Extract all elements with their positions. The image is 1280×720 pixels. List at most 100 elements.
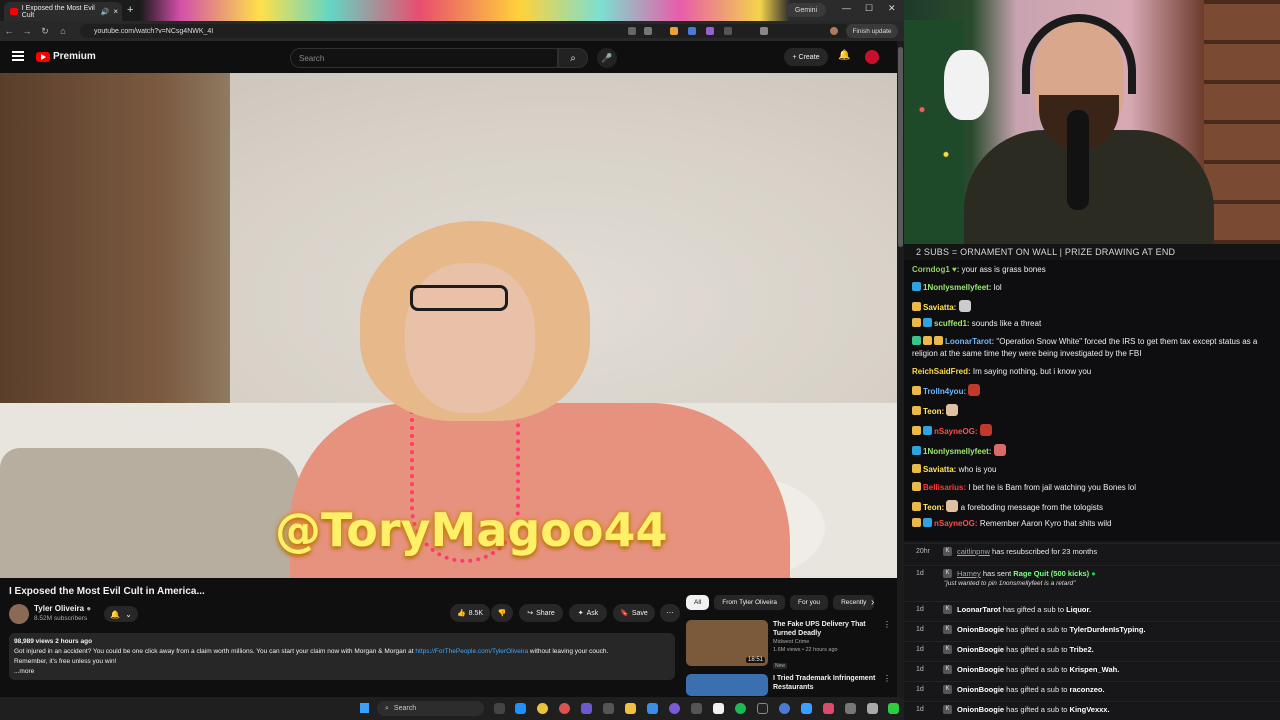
speaker-icon[interactable]: 🔊 [101,8,110,16]
chrome-icon[interactable] [537,703,548,714]
dislike-button[interactable]: 👎 [491,604,513,622]
youtube-logo[interactable]: Premium [36,51,96,62]
extension-icon[interactable] [724,27,732,35]
tab-youtube[interactable]: I Exposed the Most Evil Cult 🔊 × [4,2,122,21]
recommendation-item[interactable]: I Tried Trademark Infringement Restauran… [686,674,891,696]
subscription-bell-button[interactable]: 🔔 ⌄ [104,606,138,622]
taskbar-search[interactable]: ⌕ Search [377,701,484,716]
voice-search-button[interactable]: 🎤 [597,48,617,68]
video-player[interactable]: @ToryMagoo44 [0,73,897,578]
app-icon[interactable] [888,703,899,714]
chat-username[interactable]: 1Nonlysmellyfeet: [923,447,991,456]
chat-username[interactable]: Teon: [923,503,944,512]
save-button[interactable]: 🔖 Save [613,604,655,622]
filter-chip-recently[interactable]: Recently [833,595,875,610]
event-username[interactable]: Hamey [957,569,981,578]
bookmark-star-icon[interactable] [644,27,652,35]
filter-chip-all[interactable]: All [686,595,710,610]
filter-chip-for-you[interactable]: For you [790,595,829,610]
event-username[interactable]: OnionBoogie [957,705,1004,714]
extension-icon[interactable] [688,27,696,35]
app-icon[interactable] [647,703,658,714]
more-icon[interactable]: ⋮ [883,674,891,696]
event-username[interactable]: LoonarTarot [957,605,1001,614]
share-button[interactable]: ↪ Share [519,604,563,622]
file-explorer-icon[interactable] [625,703,636,714]
close-window-icon[interactable]: ✕ [888,3,896,14]
filter-chip-from-channel[interactable]: From Tyler Oliveira [714,595,786,610]
extension-icon[interactable] [706,27,714,35]
video-description[interactable]: 98,989 views 2 hours ago Got injured in … [9,633,675,680]
chevron-right-icon[interactable]: › [871,597,874,608]
recommendation-item[interactable]: 18:51 The Fake UPS Delivery That Turned … [686,620,891,672]
event-username[interactable]: caitlinpnw [957,547,990,556]
event-username[interactable]: OnionBoogie [957,665,1004,674]
show-more-link[interactable]: ...more [14,667,670,677]
channel-name[interactable]: Tyler Oliveira ● [34,604,91,613]
profile-icon[interactable] [830,27,838,35]
avatar[interactable] [865,50,879,64]
chat-username[interactable]: 1Nonlysmellyfeet: [923,283,991,292]
chat-username[interactable]: LoonarTarot: [945,337,994,346]
chat-username[interactable]: nSayneOG: [934,519,978,528]
chat-username[interactable]: Trolln4you: [923,387,966,396]
spotify-icon[interactable] [735,703,746,714]
url-field[interactable]: youtube.com/watch?v=NCsg4NWK_4I [80,24,850,38]
ask-button[interactable]: ✦ Ask [569,604,607,622]
app-icon[interactable] [801,703,812,714]
event-target-user[interactable]: raconzeo. [1070,685,1105,694]
event-target-user[interactable]: Tribe2. [1070,645,1094,654]
more-actions-button[interactable]: ⋯ [660,604,680,622]
app-icon[interactable] [581,703,592,714]
menu-icon[interactable] [12,51,24,61]
recommendation-title[interactable]: I Tried Trademark Infringement Restauran… [773,674,878,692]
event-username[interactable]: OnionBoogie [957,625,1004,634]
minimize-icon[interactable]: — [842,3,851,13]
windows-start-icon[interactable] [359,703,369,713]
app-icon[interactable] [779,703,790,714]
search-input[interactable]: Search [290,48,558,68]
recommendation-title[interactable]: The Fake UPS Delivery That Turned Deadly [773,620,878,638]
event-target-user[interactable]: Krispen_Wah. [1070,665,1120,674]
obs-icon[interactable] [713,703,724,714]
install-icon[interactable] [628,27,636,35]
app-icon[interactable] [669,703,680,714]
chat-username[interactable]: nSayneOG: [934,427,978,436]
gemini-button[interactable]: Gemini [786,3,826,17]
chat-username[interactable]: Saviatta: [923,303,956,312]
event-username[interactable]: OnionBoogie [957,645,1004,654]
extensions-puzzle-icon[interactable] [760,27,768,35]
create-button[interactable]: + Create [784,48,828,66]
new-tab-button[interactable]: + [127,4,133,16]
app-icon[interactable] [845,703,856,714]
event-username[interactable]: OnionBoogie [957,685,1004,694]
like-button[interactable]: 👍 8.5K [450,604,490,622]
search-button[interactable]: ⌕ [558,48,588,68]
app-icon[interactable] [691,703,702,714]
app-icon[interactable] [867,703,878,714]
chat-username[interactable]: Bellisarius: [923,483,966,492]
recommendation-thumbnail[interactable] [686,674,768,696]
forward-icon[interactable]: → [18,26,36,36]
channel-avatar[interactable] [9,604,29,624]
event-target-user[interactable]: KingVexxx. [1070,705,1110,714]
app-icon[interactable] [823,703,834,714]
chat-username[interactable]: scuffed1: [934,319,970,328]
scrollbar-thumb[interactable] [898,47,903,247]
home-icon[interactable]: ⌂ [54,26,72,36]
chrome-profile-icon[interactable] [559,703,570,714]
reload-icon[interactable]: ↻ [36,26,54,37]
chat-username[interactable]: Corndog1 ♥: [912,265,959,274]
sponsor-link[interactable]: https://ForThePeople.com/TylerOliveira [415,648,528,655]
task-view-icon[interactable] [494,703,505,714]
app-icon[interactable] [603,703,614,714]
tab-close-icon[interactable]: × [113,7,118,16]
chat-username[interactable]: ReichSaidFred: [912,367,971,376]
extension-icon[interactable] [670,27,678,35]
more-icon[interactable]: ⋮ [883,620,891,672]
app-icon[interactable] [757,703,768,714]
page-scrollbar[interactable] [897,41,904,697]
back-icon[interactable]: ← [0,26,18,36]
notifications-icon[interactable]: 🔔 [838,50,850,61]
maximize-icon[interactable]: ☐ [865,3,873,14]
